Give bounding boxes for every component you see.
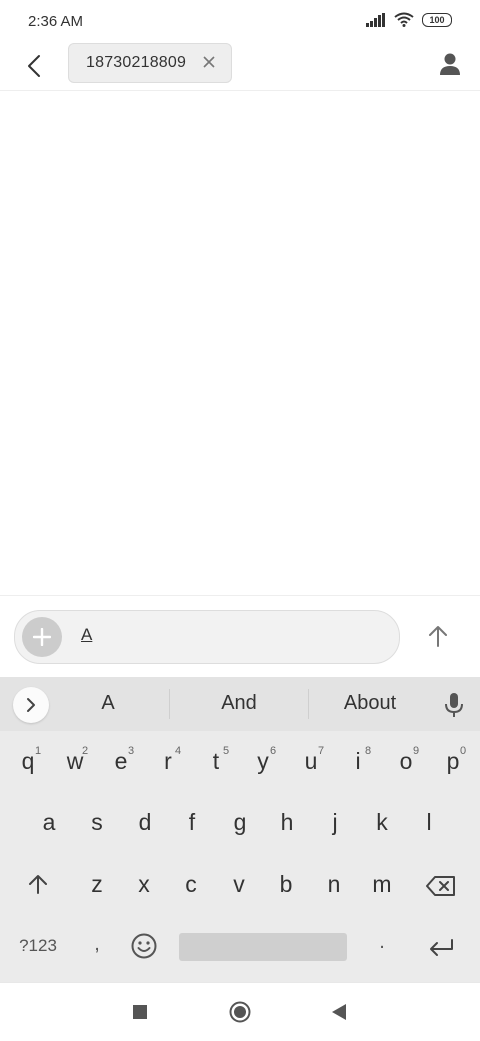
back-button[interactable] xyxy=(18,50,50,82)
backspace-key[interactable] xyxy=(421,875,461,902)
voice-input-button[interactable] xyxy=(442,691,466,719)
triangle-left-icon xyxy=(332,1004,346,1020)
remove-recipient-button[interactable] xyxy=(201,54,217,70)
expand-toolbar-button[interactable] xyxy=(13,687,49,723)
contact-button[interactable] xyxy=(434,48,466,80)
key-y[interactable]: y6 xyxy=(243,745,283,775)
shift-key[interactable] xyxy=(18,873,58,900)
key-t[interactable]: t5 xyxy=(196,745,236,775)
square-icon xyxy=(133,1005,147,1019)
key-i[interactable]: i8 xyxy=(338,745,378,775)
recents-button[interactable] xyxy=(129,1001,151,1023)
recipient-chip[interactable]: 18730218809 xyxy=(68,43,232,83)
period-key[interactable]: . xyxy=(362,931,402,954)
key-x[interactable]: x xyxy=(124,871,164,898)
key-j[interactable]: j xyxy=(315,809,355,836)
status-bar: 2:36 AM 100 xyxy=(0,0,480,42)
emoji-icon xyxy=(131,933,157,959)
key-q[interactable]: q1 xyxy=(8,745,48,775)
suggestion-3[interactable]: About xyxy=(310,692,430,715)
send-button[interactable] xyxy=(422,620,454,652)
key-v[interactable]: v xyxy=(219,871,259,898)
status-time: 2:36 AM xyxy=(28,13,84,30)
key-d[interactable]: d xyxy=(125,809,165,836)
attach-button[interactable] xyxy=(22,617,62,657)
key-w[interactable]: w2 xyxy=(55,745,95,775)
system-navigation-bar xyxy=(0,982,480,1041)
key-s[interactable]: s xyxy=(77,809,117,836)
back-nav-button[interactable] xyxy=(328,1001,350,1023)
close-icon xyxy=(203,56,215,68)
enter-key[interactable] xyxy=(421,936,461,963)
message-list xyxy=(0,91,480,595)
key-l[interactable]: l xyxy=(409,809,449,836)
backspace-icon xyxy=(426,876,455,896)
key-h[interactable]: h xyxy=(267,809,307,836)
suggestion-bar: A And About xyxy=(0,677,480,731)
suggestion-divider xyxy=(308,689,309,719)
emoji-key[interactable] xyxy=(124,933,164,965)
back-arrow-icon xyxy=(28,55,40,77)
home-button[interactable] xyxy=(229,1001,251,1023)
key-u[interactable]: u7 xyxy=(291,745,331,775)
key-p[interactable]: p0 xyxy=(433,745,473,775)
circle-icon xyxy=(229,1001,251,1023)
plus-icon xyxy=(33,628,51,646)
compose-bar: A xyxy=(0,595,480,678)
suggestion-2[interactable]: And xyxy=(179,692,299,715)
comma-key[interactable]: , xyxy=(77,933,117,956)
signal-icon xyxy=(366,12,385,27)
arrow-up-icon xyxy=(429,626,447,647)
key-c[interactable]: c xyxy=(171,871,211,898)
key-b[interactable]: b xyxy=(266,871,306,898)
conversation-header: 18730218809 xyxy=(0,42,480,91)
key-n[interactable]: n xyxy=(314,871,354,898)
key-m[interactable]: m xyxy=(362,871,402,898)
key-e[interactable]: e3 xyxy=(101,745,141,775)
battery-icon: 100 xyxy=(422,12,452,27)
suggestion-1[interactable]: A xyxy=(48,692,168,715)
message-text: A xyxy=(81,625,93,644)
key-g[interactable]: g xyxy=(220,809,260,836)
key-r[interactable]: r4 xyxy=(148,745,188,775)
key-k[interactable]: k xyxy=(362,809,402,836)
chevron-right-icon xyxy=(27,698,35,712)
key-o[interactable]: o9 xyxy=(386,745,426,775)
keyboard: A And About q1 w2 e3 r4 t5 y6 u7 i8 o9 p… xyxy=(0,677,480,982)
shift-icon xyxy=(29,875,47,894)
symbols-key[interactable]: ?123 xyxy=(14,936,62,956)
microphone-icon xyxy=(445,693,463,717)
key-z[interactable]: z xyxy=(77,871,117,898)
key-f[interactable]: f xyxy=(172,809,212,836)
suggestion-divider xyxy=(169,689,170,719)
status-icons: 100 xyxy=(366,12,452,27)
space-key[interactable] xyxy=(179,933,347,961)
recipient-number: 18730218809 xyxy=(86,54,187,71)
enter-icon xyxy=(430,939,453,956)
key-a[interactable]: a xyxy=(29,809,69,836)
message-input[interactable]: A xyxy=(14,610,400,664)
person-icon xyxy=(440,53,460,75)
wifi-icon xyxy=(394,12,414,27)
